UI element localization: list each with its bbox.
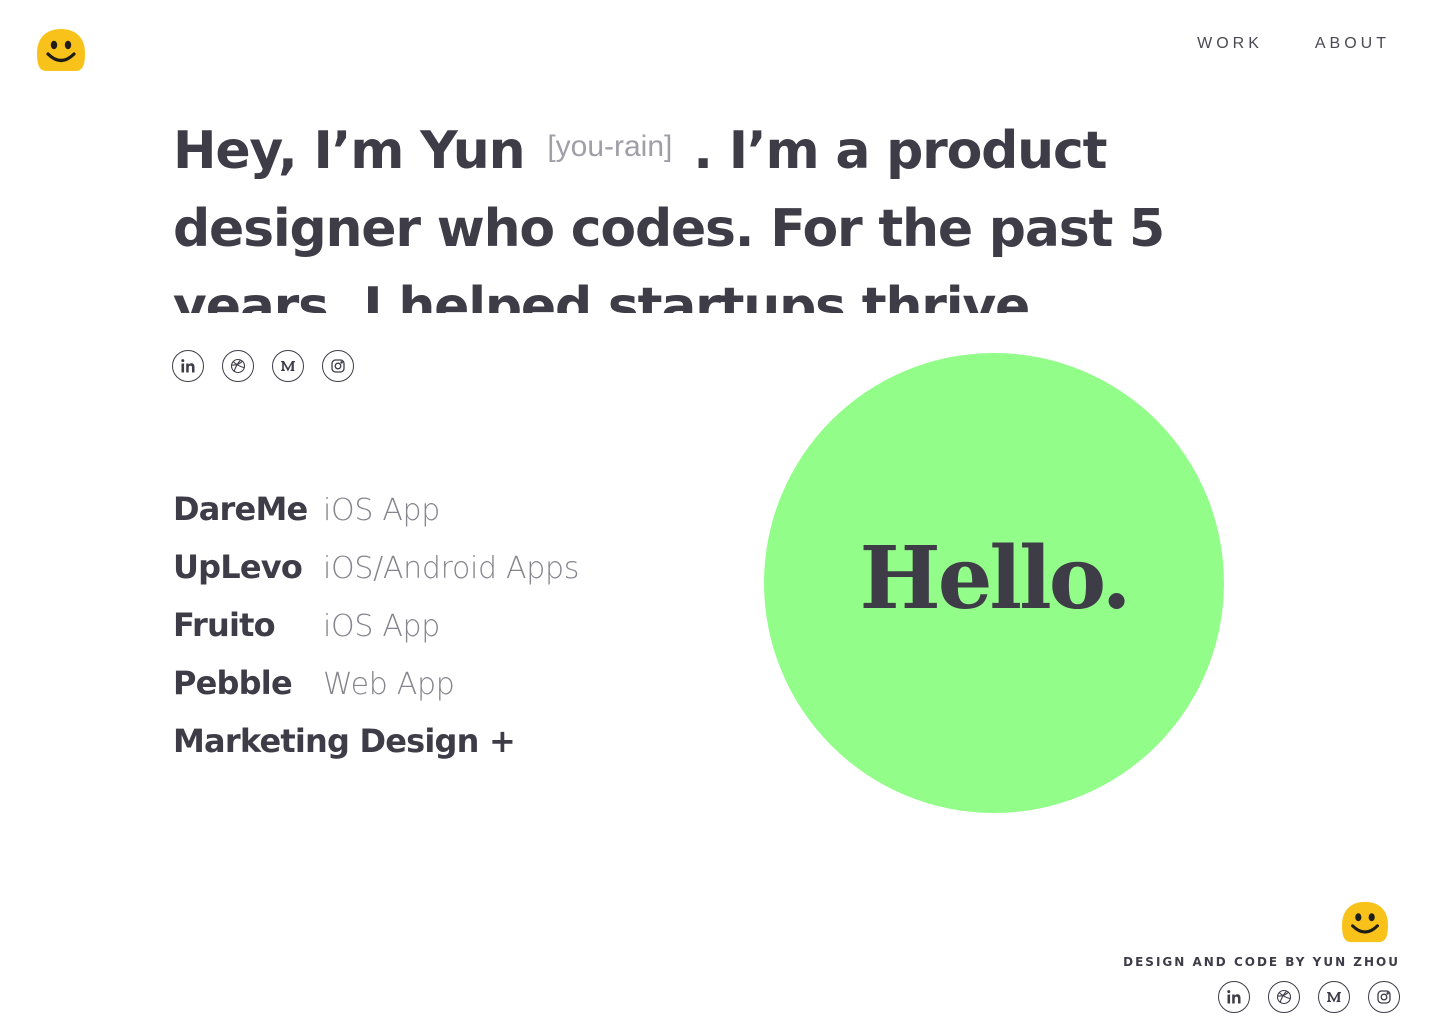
project-list: DareMe iOS App UpLevo iOS/Android Apps F… (173, 490, 579, 780)
social-links-footer (1218, 981, 1400, 1013)
linkedin-icon[interactable] (172, 350, 204, 382)
hello-text: Hello. (859, 527, 1131, 629)
project-name[interactable]: Marketing Design + (173, 722, 516, 760)
page: WORK ABOUT Hey, I’m Yun [you-rain] . I’m… (0, 0, 1440, 1024)
smiley-logo-icon[interactable] (35, 27, 87, 73)
headline-intro: Hey, I’m Yun (173, 121, 526, 181)
nav-about-link[interactable]: ABOUT (1315, 35, 1390, 53)
project-item-uplevo[interactable]: UpLevo iOS/Android Apps (173, 548, 579, 606)
intro-headline: Hey, I’m Yun [you-rain] . I’m a product … (173, 108, 1293, 313)
project-name[interactable]: UpLevo (173, 548, 323, 586)
project-name[interactable]: Pebble (173, 664, 323, 702)
project-type: iOS App (323, 609, 441, 644)
instagram-icon[interactable] (1368, 981, 1400, 1013)
footer-credit: DESIGN AND CODE BY YUN ZHOU (1123, 955, 1400, 969)
nav-work-link[interactable]: WORK (1197, 35, 1263, 53)
project-item-fruito[interactable]: Fruito iOS App (173, 606, 579, 664)
dribbble-icon[interactable] (1268, 981, 1300, 1013)
smiley-footer-icon (1340, 900, 1390, 944)
project-name[interactable]: Fruito (173, 606, 323, 644)
social-links-top (172, 350, 354, 382)
project-item-marketing-design[interactable]: Marketing Design + (173, 722, 579, 780)
project-name[interactable]: DareMe (173, 490, 323, 528)
linkedin-icon[interactable] (1218, 981, 1250, 1013)
project-type: iOS/Android Apps (323, 551, 580, 586)
project-item-pebble[interactable]: Pebble Web App (173, 664, 579, 722)
main-nav: WORK ABOUT (1197, 35, 1390, 53)
medium-icon[interactable] (272, 350, 304, 382)
project-type: iOS App (323, 493, 441, 528)
dribbble-icon[interactable] (222, 350, 254, 382)
project-item-dareme[interactable]: DareMe iOS App (173, 490, 579, 548)
instagram-icon[interactable] (322, 350, 354, 382)
project-type: Web App (323, 667, 455, 702)
hello-circle: Hello. (764, 353, 1224, 813)
name-pronunciation: [you-rain] (547, 130, 673, 163)
medium-icon[interactable] (1318, 981, 1350, 1013)
